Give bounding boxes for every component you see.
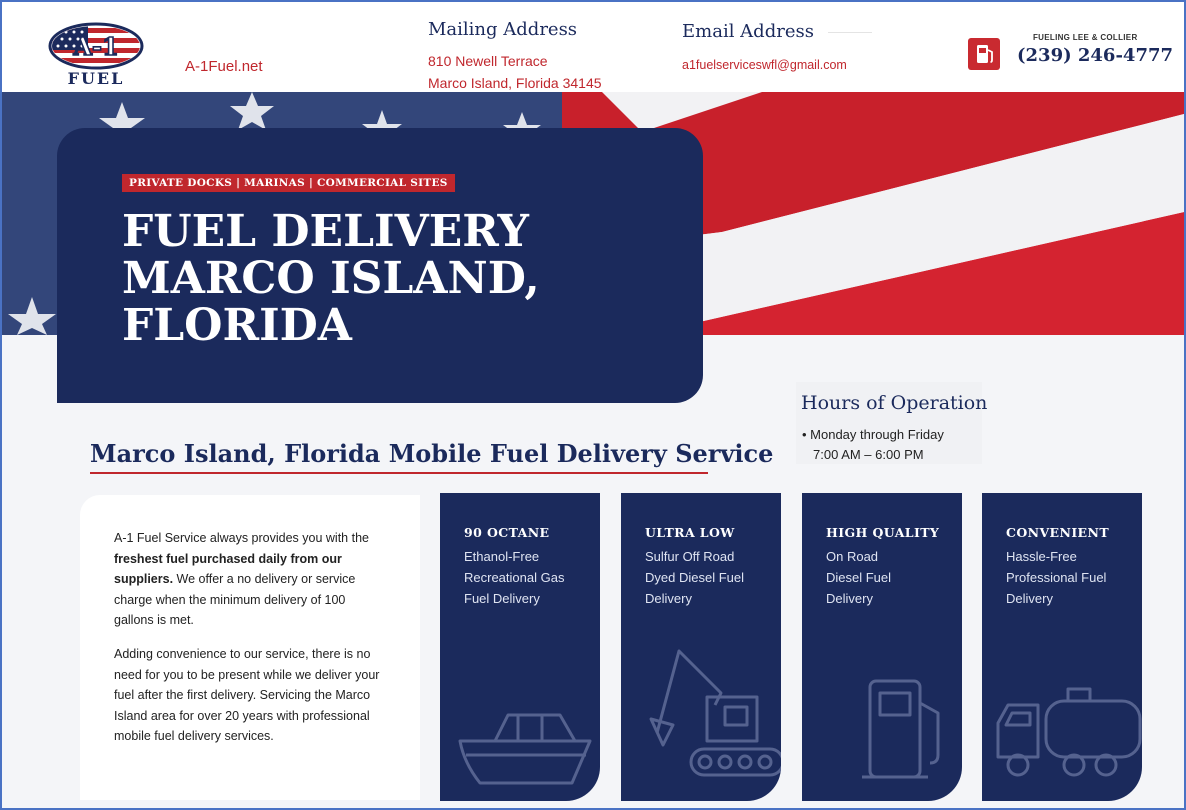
email-title-rule	[828, 32, 872, 33]
card-line-3: Fuel Delivery	[464, 591, 540, 606]
page-frame: A-1 FUEL A-1Fuel.net Mailing Address 810…	[0, 0, 1186, 810]
intro-paragraph-2: Adding convenience to our service, there…	[114, 647, 380, 743]
card-title: 90 OCTANE	[464, 525, 550, 540]
card-line-1: Sulfur Off Road	[645, 549, 735, 564]
card-title: HIGH QUALITY	[826, 525, 940, 540]
intro-paragraph-1: A-1 Fuel Service always provides you wit…	[114, 528, 384, 631]
service-card-90-octane[interactable]: 90 OCTANE Ethanol-Free Recreational Gas …	[440, 493, 600, 801]
phone-link[interactable]: (239) 246-4777	[1017, 45, 1173, 66]
card-line-2: Recreational Gas	[464, 570, 565, 585]
logo-text-top: A-1	[72, 32, 118, 61]
hero-title-line3: FLORIDA	[122, 300, 352, 351]
service-card-convenient[interactable]: CONVENIENT Hassle-Free Professional Fuel…	[982, 493, 1142, 801]
hours-title: Hours of Operation	[801, 392, 988, 414]
card-line-1: Hassle-Free	[1006, 549, 1077, 564]
fuel-pump-icon	[977, 45, 993, 63]
service-card-ultra-low[interactable]: ULTRA LOW Sulfur Off Road Dyed Diesel Fu…	[621, 493, 781, 801]
mailing-address-line1: 810 Newell Terrace	[428, 53, 548, 69]
card-title: CONVENIENT	[1006, 525, 1110, 540]
card-line-2: Dyed Diesel Fuel	[645, 570, 744, 585]
hero-title-line1: FUEL DELIVERY	[122, 206, 529, 257]
card-line-3: Delivery	[826, 591, 873, 606]
card-line-1: Ethanol-Free	[464, 549, 540, 564]
hero-title-line2: MARCO ISLAND,	[122, 253, 540, 304]
hours-days: • Monday through Friday	[802, 427, 944, 442]
hero-title: FUEL DELIVERY MARCO ISLAND, FLORIDA	[122, 208, 682, 349]
a1-fuel-logo[interactable]: A-1 FUEL	[44, 18, 148, 90]
card-line-3: Delivery	[645, 591, 692, 606]
site-link[interactable]: A-1Fuel.net	[185, 58, 263, 75]
mailing-address-title: Mailing Address	[428, 19, 578, 40]
hero-badge: PRIVATE DOCKS | MARINAS | COMMERCIAL SIT…	[122, 174, 455, 192]
service-card-high-quality[interactable]: HIGH QUALITY On Road Diesel Fuel Deliver…	[802, 493, 962, 801]
site-header: A-1 FUEL A-1Fuel.net Mailing Address 810…	[2, 2, 1184, 92]
fuel-pump-badge	[968, 38, 1000, 70]
card-line-3: Delivery	[1006, 591, 1053, 606]
para1-start: A-1 Fuel Service always provides you wit…	[114, 531, 369, 545]
card-line-1: On Road	[826, 549, 879, 564]
mailing-address-line2: Marco Island, Florida 34145	[428, 75, 602, 91]
section-title-underline	[90, 472, 708, 474]
email-link[interactable]: a1fuelserviceswfl@gmail.com	[682, 58, 847, 72]
card-title: ULTRA LOW	[645, 525, 735, 540]
section-title: Marco Island, Florida Mobile Fuel Delive…	[90, 439, 774, 468]
card-line-2: Professional Fuel	[1006, 570, 1107, 585]
tagline: FUELING LEE & COLLIER	[1033, 33, 1138, 42]
hours-times: 7:00 AM – 6:00 PM	[813, 447, 924, 462]
email-address-title: Email Address	[682, 21, 814, 42]
card-line-2: Diesel Fuel	[826, 570, 892, 585]
logo-text-bottom: FUEL	[68, 69, 125, 88]
